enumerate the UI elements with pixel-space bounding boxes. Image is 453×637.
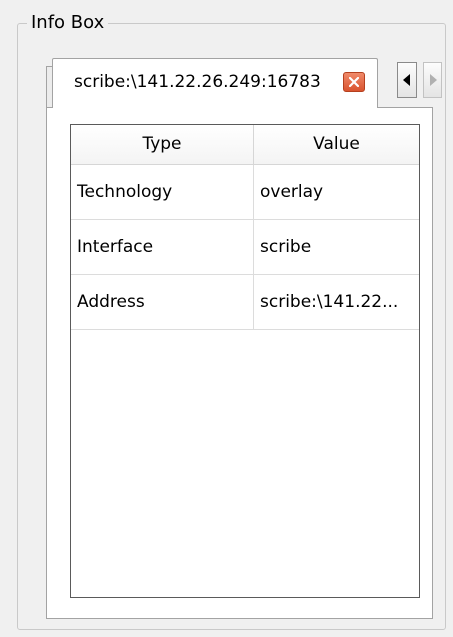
tab-scroll-left-button[interactable] [397, 62, 417, 98]
arrow-right-icon [430, 74, 437, 86]
properties-table: Type Value Technology overlay Interface … [70, 124, 420, 598]
value-cell[interactable]: scribe:\141.22... [254, 275, 419, 329]
table-row[interactable]: Technology overlay [71, 165, 419, 220]
info-box-panel: Info Box scribe:\141.22.26.249:16783 Typ… [0, 0, 453, 637]
close-icon[interactable] [343, 72, 365, 92]
table-row[interactable]: Address scribe:\141.22... [71, 275, 419, 330]
type-cell[interactable]: Address [71, 275, 254, 329]
value-cell[interactable]: scribe [254, 220, 419, 274]
tab-label: scribe:\141.22.26.249:16783 [74, 72, 321, 92]
table-row[interactable]: Interface scribe [71, 220, 419, 275]
arrow-left-icon [403, 74, 410, 86]
column-header-value[interactable]: Value [254, 125, 419, 164]
type-cell[interactable]: Interface [71, 220, 254, 274]
table-header: Type Value [71, 125, 419, 165]
tab-scribe[interactable]: scribe:\141.22.26.249:16783 [52, 58, 378, 108]
type-cell[interactable]: Technology [71, 165, 254, 219]
column-header-type[interactable]: Type [71, 125, 254, 164]
value-cell[interactable]: overlay [254, 165, 419, 219]
tab-scroll-right-button[interactable] [423, 62, 442, 98]
group-title: Info Box [27, 12, 109, 34]
